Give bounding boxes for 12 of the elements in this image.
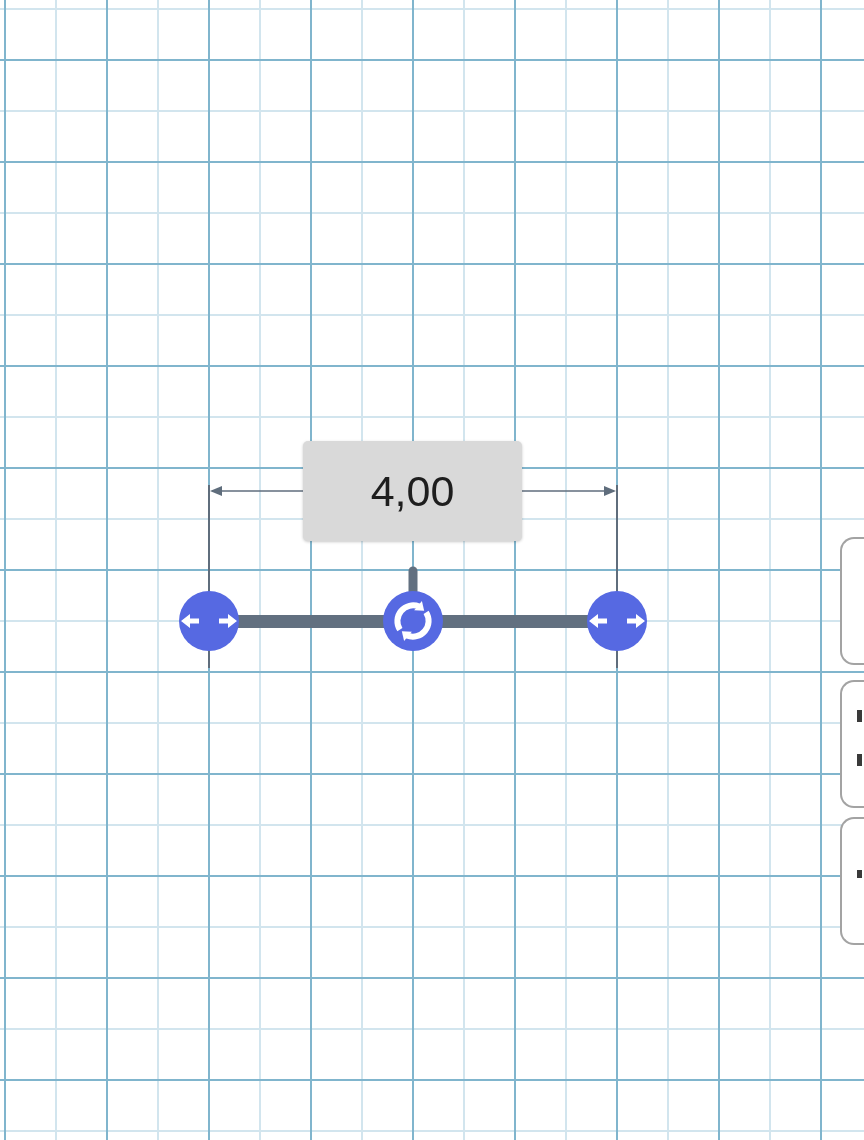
left-right-arrows-icon — [589, 614, 645, 628]
resize-handle[interactable] — [587, 591, 647, 651]
rotate-icon — [394, 601, 432, 641]
clipped-icon — [857, 754, 862, 766]
left-right-arrows-icon — [181, 614, 237, 628]
rotate-handle[interactable] — [383, 591, 443, 651]
clipped-icon — [857, 710, 862, 722]
line-segment[interactable] — [179, 566, 647, 651]
length-label: 4,00 — [303, 441, 522, 541]
resize-handle[interactable] — [179, 591, 239, 651]
side-panel-card[interactable] — [840, 680, 864, 808]
clipped-icon — [857, 870, 862, 878]
